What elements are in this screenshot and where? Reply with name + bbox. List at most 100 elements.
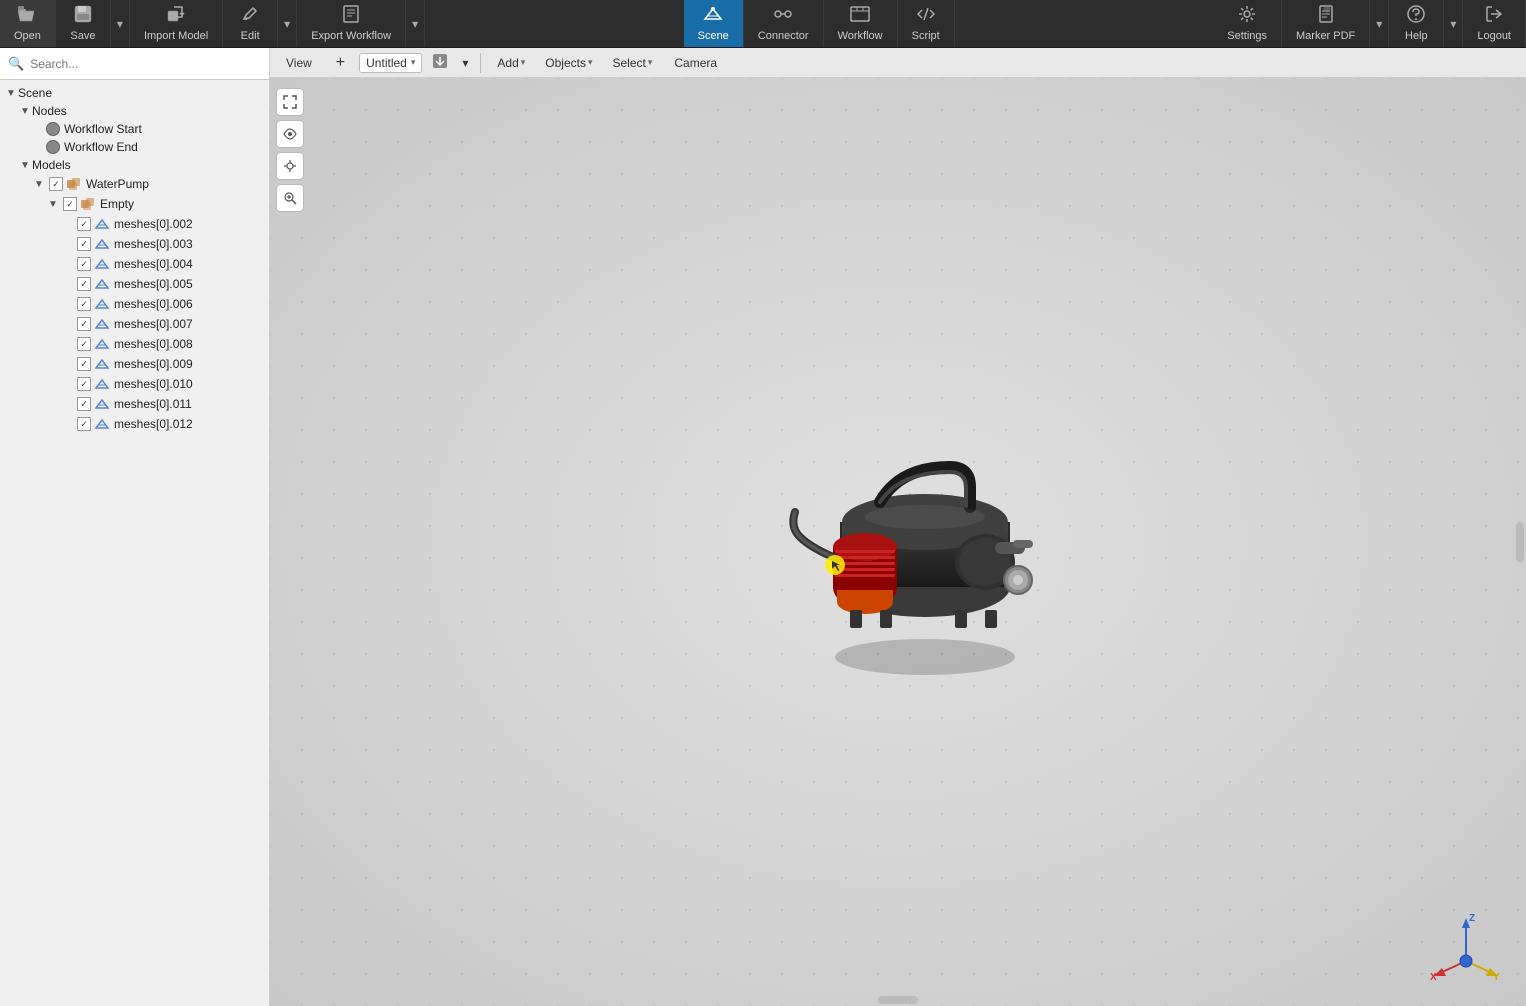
- tree-label-mesh008: meshes[0].008: [114, 337, 193, 351]
- search-input[interactable]: [30, 57, 261, 71]
- tree-label-mesh007: meshes[0].007: [114, 317, 193, 331]
- tree-item-mesh004[interactable]: ▶ meshes[0].004: [0, 254, 269, 274]
- import-model-button[interactable]: Import Model: [130, 0, 223, 47]
- tree-item-mesh006[interactable]: ▶ meshes[0].006: [0, 294, 269, 314]
- add-button[interactable]: +: [326, 52, 355, 74]
- tree-check-mesh004[interactable]: [77, 257, 91, 271]
- save-group: Save ▾: [56, 0, 130, 47]
- select-dropdown[interactable]: Select ▾: [605, 54, 661, 72]
- save-dropdown-arrow[interactable]: ▾: [110, 0, 129, 47]
- cursor: [825, 553, 841, 573]
- logout-button[interactable]: Logout: [1463, 0, 1526, 47]
- import-model-icon: [166, 5, 186, 28]
- view-menu-button[interactable]: View: [276, 54, 322, 72]
- tree-item-mesh011[interactable]: ▶ meshes[0].011: [0, 394, 269, 414]
- tree-check-mesh011[interactable]: [77, 397, 91, 411]
- help-button[interactable]: Help: [1389, 0, 1443, 47]
- tree-label-models: Models: [32, 158, 71, 172]
- tree-item-models[interactable]: ▼ Models: [0, 156, 269, 174]
- objects-dropdown[interactable]: Objects ▾: [537, 54, 600, 72]
- scene-save-btn[interactable]: [426, 51, 454, 74]
- objects-chevron: ▾: [588, 57, 593, 68]
- canvas-area[interactable]: Z X Y: [270, 78, 1526, 1006]
- mesh-icon-mesh008: [94, 336, 110, 352]
- tree-check-mesh010[interactable]: [77, 377, 91, 391]
- scroll-handle-bottom[interactable]: [878, 996, 918, 1004]
- export-workflow-dropdown-arrow[interactable]: ▾: [405, 0, 424, 47]
- tree-check-mesh003[interactable]: [77, 237, 91, 251]
- tree-arrow-mesh005: ▶: [60, 277, 74, 291]
- scroll-handle-right[interactable]: [1516, 522, 1524, 562]
- fullscreen-tool[interactable]: [276, 88, 304, 116]
- tree-check-mesh002[interactable]: [77, 217, 91, 231]
- export-workflow-button[interactable]: Export Workflow: [297, 0, 405, 47]
- add-label: Add: [497, 56, 518, 70]
- help-group: Help ▾: [1389, 0, 1463, 47]
- tree-check-empty[interactable]: [63, 197, 77, 211]
- tree-arrow-mesh006: ▶: [60, 297, 74, 311]
- script-button[interactable]: Script: [898, 0, 955, 47]
- tree-item-mesh010[interactable]: ▶ meshes[0].010: [0, 374, 269, 394]
- mesh-icon-mesh012: [94, 416, 110, 432]
- tree-item-nodes[interactable]: ▼ Nodes: [0, 102, 269, 120]
- edit-button[interactable]: Edit: [223, 0, 277, 47]
- tree-label-nodes: Nodes: [32, 104, 67, 118]
- tree-check-mesh009[interactable]: [77, 357, 91, 371]
- tree-arrow-mesh011: ▶: [60, 397, 74, 411]
- scene-button[interactable]: Scene: [684, 0, 744, 47]
- workflow-button[interactable]: Workflow: [824, 0, 898, 47]
- search-icon: 🔍: [8, 56, 24, 72]
- tree-item-mesh002[interactable]: ▶ meshes[0].002: [0, 214, 269, 234]
- mesh-items: ▶ meshes[0].002 ▶ meshes[0].003 ▶ meshes…: [0, 214, 269, 434]
- top-toolbar: Open Save ▾ Import Model: [0, 0, 1526, 48]
- zoom-tool[interactable]: [276, 184, 304, 212]
- camera-button[interactable]: Camera: [664, 54, 727, 72]
- help-dropdown-arrow[interactable]: ▾: [1443, 0, 1462, 47]
- marker-pdf-dropdown-arrow[interactable]: ▾: [1369, 0, 1388, 47]
- tree-item-mesh012[interactable]: ▶ meshes[0].012: [0, 414, 269, 434]
- tree-label-mesh011: meshes[0].011: [114, 397, 192, 411]
- tree-check-mesh012[interactable]: [77, 417, 91, 431]
- marker-pdf-button[interactable]: Marker PDF: [1282, 0, 1369, 47]
- select-label: Select: [613, 56, 646, 70]
- tree-check-mesh007[interactable]: [77, 317, 91, 331]
- tree-item-mesh008[interactable]: ▶ meshes[0].008: [0, 334, 269, 354]
- model-icon-empty: [80, 196, 96, 212]
- edit-dropdown-arrow[interactable]: ▾: [277, 0, 296, 47]
- save-button[interactable]: Save: [56, 0, 110, 47]
- mesh-icon-mesh004: [94, 256, 110, 272]
- tree-check-mesh008[interactable]: [77, 337, 91, 351]
- tree-check-waterpump[interactable]: [49, 177, 63, 191]
- tree-item-workflow-end[interactable]: ▶ Workflow End: [0, 138, 269, 156]
- tree-item-empty[interactable]: ▼ Empty: [0, 194, 269, 214]
- view-mode-tool[interactable]: [276, 120, 304, 148]
- tree-item-mesh003[interactable]: ▶ meshes[0].003: [0, 234, 269, 254]
- tree-arrow-mesh010: ▶: [60, 377, 74, 391]
- workflow-label: Workflow: [838, 30, 883, 42]
- view-toolbar: View + Untitled ▾ ▾ Add ▾: [270, 48, 1526, 78]
- tree-item-mesh009[interactable]: ▶ meshes[0].009: [0, 354, 269, 374]
- scene-dropdown-toggle[interactable]: ▾: [458, 54, 472, 72]
- tree-item-workflow-start[interactable]: ▶ Workflow Start: [0, 120, 269, 138]
- main-layout: 🔍 ▼ Scene ▼ Nodes ▶ Workflow Start: [0, 48, 1526, 1006]
- tree-label-mesh003: meshes[0].003: [114, 237, 193, 251]
- tree-item-mesh005[interactable]: ▶ meshes[0].005: [0, 274, 269, 294]
- tree-arrow-scene: ▼: [4, 88, 18, 99]
- mesh-icon-mesh010: [94, 376, 110, 392]
- open-button[interactable]: Open: [0, 0, 56, 47]
- marker-pdf-label: Marker PDF: [1296, 30, 1355, 42]
- settings-button[interactable]: Settings: [1213, 0, 1282, 47]
- tree-item-scene[interactable]: ▼ Scene: [0, 84, 269, 102]
- tree-item-mesh007[interactable]: ▶ meshes[0].007: [0, 314, 269, 334]
- tree-check-mesh005[interactable]: [77, 277, 91, 291]
- add-dropdown[interactable]: Add ▾: [489, 54, 533, 72]
- mesh-icon-mesh006: [94, 296, 110, 312]
- tree-item-waterpump[interactable]: ▼ WaterPump: [0, 174, 269, 194]
- scene-title-select[interactable]: Untitled ▾: [359, 53, 422, 73]
- mesh-icon-mesh007: [94, 316, 110, 332]
- move-tool[interactable]: [276, 152, 304, 180]
- tree-check-mesh006[interactable]: [77, 297, 91, 311]
- connector-button[interactable]: Connector: [744, 0, 824, 47]
- tree-arrow-empty: ▼: [46, 199, 60, 210]
- script-label: Script: [912, 30, 940, 42]
